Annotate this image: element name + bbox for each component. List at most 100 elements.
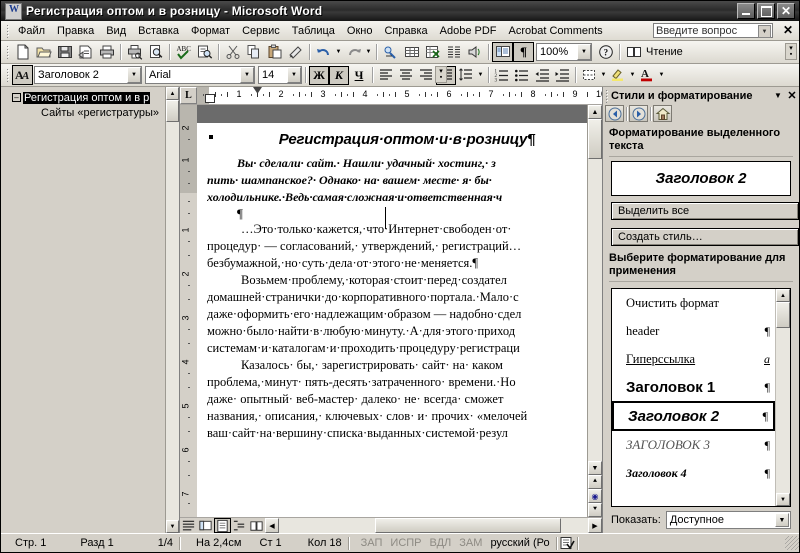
chevron-down-icon[interactable]: ▼ bbox=[775, 513, 789, 527]
scrollbar-track[interactable] bbox=[776, 328, 790, 493]
formatting-toolbar-grip[interactable] bbox=[6, 68, 9, 82]
horizontal-scrollbar[interactable]: ◀ ▶ bbox=[265, 518, 602, 533]
menu-acrobat-comments[interactable]: Acrobat Comments bbox=[503, 23, 609, 39]
highlight-icon[interactable] bbox=[608, 66, 628, 85]
font-combo[interactable]: Arial ▼ bbox=[145, 66, 255, 84]
undo-dropdown-icon[interactable]: ▼ bbox=[334, 49, 343, 55]
bold-button[interactable]: Ж bbox=[309, 66, 329, 85]
research-icon[interactable] bbox=[194, 42, 215, 62]
open-folder-icon[interactable] bbox=[33, 42, 54, 62]
paragraph-4[interactable]: Казалось· бы,· зарегистрировать· сайт· н… bbox=[207, 357, 581, 442]
normal-view-icon[interactable] bbox=[180, 518, 197, 533]
next-page-icon[interactable]: ⯆ bbox=[588, 503, 602, 517]
scroll-up-icon[interactable]: ▲ bbox=[166, 87, 179, 100]
hyperlink-icon[interactable] bbox=[380, 42, 401, 62]
format-painter-icon[interactable] bbox=[285, 42, 306, 62]
scroll-down-icon[interactable]: ▼ bbox=[166, 520, 179, 533]
close-button[interactable]: ✕ bbox=[777, 3, 795, 19]
select-all-button[interactable]: Выделить все bbox=[611, 202, 799, 220]
forward-arrow-icon[interactable] bbox=[629, 105, 648, 122]
menu-adobe-pdf[interactable]: Adobe PDF bbox=[434, 23, 503, 39]
underline-button[interactable]: Ч bbox=[349, 66, 369, 85]
show-formatting-icon[interactable]: ¶ bbox=[513, 42, 534, 62]
scrollbar-thumb[interactable] bbox=[776, 302, 790, 328]
web-layout-view-icon[interactable] bbox=[197, 518, 214, 533]
borders-icon[interactable] bbox=[579, 66, 599, 85]
horizontal-ruler[interactable]: 1 2 3 4 5 bbox=[197, 87, 602, 104]
scroll-down-icon[interactable]: ▼ bbox=[588, 461, 602, 475]
status-language[interactable]: русский (Ро bbox=[486, 537, 553, 549]
menu-edit[interactable]: Правка bbox=[51, 23, 100, 39]
print-icon[interactable] bbox=[96, 42, 117, 62]
decrease-indent-icon[interactable] bbox=[532, 66, 552, 85]
copy-icon[interactable] bbox=[243, 42, 264, 62]
paragraph-3[interactable]: Возьмем·проблему,·которая·стоит·перед·со… bbox=[207, 272, 581, 357]
tab-stop-selector[interactable]: L bbox=[180, 87, 197, 104]
bulleted-list-icon[interactable] bbox=[512, 66, 532, 85]
zoom-combo[interactable]: 100% ▼ bbox=[536, 43, 592, 61]
align-right-icon[interactable] bbox=[416, 66, 436, 85]
paste-clipboard-icon[interactable] bbox=[264, 42, 285, 62]
document-text[interactable]: Регистрация·оптом·и·в·розницу¶ Вы· сдела… bbox=[207, 127, 581, 442]
task-pane-close-icon[interactable]: ✕ bbox=[785, 89, 799, 102]
document-map-item-2[interactable]: Сайты «регистратуры» bbox=[1, 105, 179, 120]
highlight-dropdown-icon[interactable]: ▼ bbox=[628, 72, 637, 78]
save-icon[interactable] bbox=[54, 42, 75, 62]
menu-format[interactable]: Формат bbox=[185, 23, 236, 39]
status-rec-mode[interactable]: ЗАП bbox=[351, 537, 387, 549]
scrollbar-thumb[interactable] bbox=[166, 100, 179, 122]
style-list-scrollbar[interactable]: ▲ ▼ bbox=[775, 289, 790, 506]
increase-indent-icon[interactable] bbox=[552, 66, 572, 85]
font-size-combo[interactable]: 14 ▼ bbox=[258, 66, 302, 84]
style-dropdown-icon[interactable]: ▼ bbox=[127, 67, 141, 83]
print-preview-icon[interactable] bbox=[124, 42, 145, 62]
font-size-dropdown-icon[interactable]: ▼ bbox=[287, 67, 301, 83]
email-icon[interactable] bbox=[75, 42, 96, 62]
left-indent-marker[interactable] bbox=[205, 94, 215, 103]
style-list-item-heading-3[interactable]: ЗАГОЛОВОК 3 ¶ bbox=[612, 431, 775, 459]
search-icon[interactable] bbox=[145, 42, 166, 62]
menu-help[interactable]: Справка bbox=[378, 23, 433, 39]
page-1[interactable]: Регистрация·оптом·и·в·розницу¶ Вы· сдела… bbox=[197, 105, 587, 517]
status-track-changes[interactable]: ИСПР bbox=[386, 537, 425, 549]
scroll-down-icon[interactable]: ▼ bbox=[776, 493, 790, 506]
reading-layout-icon[interactable] bbox=[623, 42, 644, 62]
document-map-item-1[interactable]: – Регистрация оптом и в р bbox=[1, 90, 179, 105]
maximize-button[interactable] bbox=[757, 3, 775, 19]
document-heading[interactable]: Регистрация·оптом·и·в·розницу¶ bbox=[207, 127, 581, 148]
style-list-item-heading-2[interactable]: Заголовок 2 ¶ bbox=[612, 401, 775, 431]
select-browse-object-icon[interactable]: ◉ bbox=[588, 489, 602, 503]
ask-a-question-input[interactable]: Введите вопрос ▼ bbox=[653, 23, 773, 38]
menu-file[interactable]: Файл bbox=[12, 23, 51, 39]
reading-layout-label[interactable]: Чтение bbox=[644, 46, 683, 58]
borders-dropdown-icon[interactable]: ▼ bbox=[599, 72, 608, 78]
paragraph-1[interactable]: Вы· сделали· сайт.· Нашли· удачный· хост… bbox=[207, 155, 581, 206]
paragraph-2[interactable]: …Это·только·кажется,·что·Интернет·свобод… bbox=[207, 221, 581, 272]
task-pane-grip[interactable] bbox=[605, 89, 608, 103]
style-list[interactable]: Очистить формат header ¶ Гиперссылка a З… bbox=[612, 289, 775, 506]
scroll-up-icon[interactable]: ▲ bbox=[588, 105, 602, 119]
toolbar-options-icon[interactable]: ▾▪ bbox=[785, 43, 797, 60]
show-select[interactable]: Доступное ▼ bbox=[666, 511, 791, 529]
scroll-left-icon[interactable]: ◀ bbox=[265, 518, 279, 533]
reading-view-icon[interactable] bbox=[248, 518, 265, 533]
menu-table[interactable]: Таблица bbox=[286, 23, 341, 39]
document-map-scrollbar[interactable]: ▲ ▼ bbox=[165, 87, 179, 533]
status-extend-selection[interactable]: ВДЛ bbox=[426, 537, 456, 549]
hscrollbar-track-right[interactable] bbox=[561, 518, 588, 533]
undo-icon[interactable] bbox=[313, 42, 334, 62]
minimize-button[interactable] bbox=[737, 3, 755, 19]
zoom-dropdown-icon[interactable]: ▼ bbox=[577, 44, 591, 60]
window-resize-grip[interactable] bbox=[785, 536, 799, 550]
standard-toolbar-grip[interactable] bbox=[6, 45, 9, 59]
drawing-icon[interactable] bbox=[464, 42, 485, 62]
print-layout-view-icon[interactable] bbox=[214, 518, 231, 533]
spellcheck-status-icon[interactable] bbox=[559, 536, 575, 550]
font-dropdown-icon[interactable]: ▼ bbox=[240, 67, 254, 83]
line-spacing-icon[interactable] bbox=[456, 66, 476, 85]
menu-window[interactable]: Окно bbox=[341, 23, 379, 39]
document-vertical-scrollbar[interactable]: ▲ ▼ ⯅ ◉ ⯆ bbox=[587, 105, 602, 517]
new-document-icon[interactable] bbox=[12, 42, 33, 62]
redo-icon[interactable] bbox=[343, 42, 364, 62]
scrollbar-track[interactable] bbox=[588, 159, 602, 461]
